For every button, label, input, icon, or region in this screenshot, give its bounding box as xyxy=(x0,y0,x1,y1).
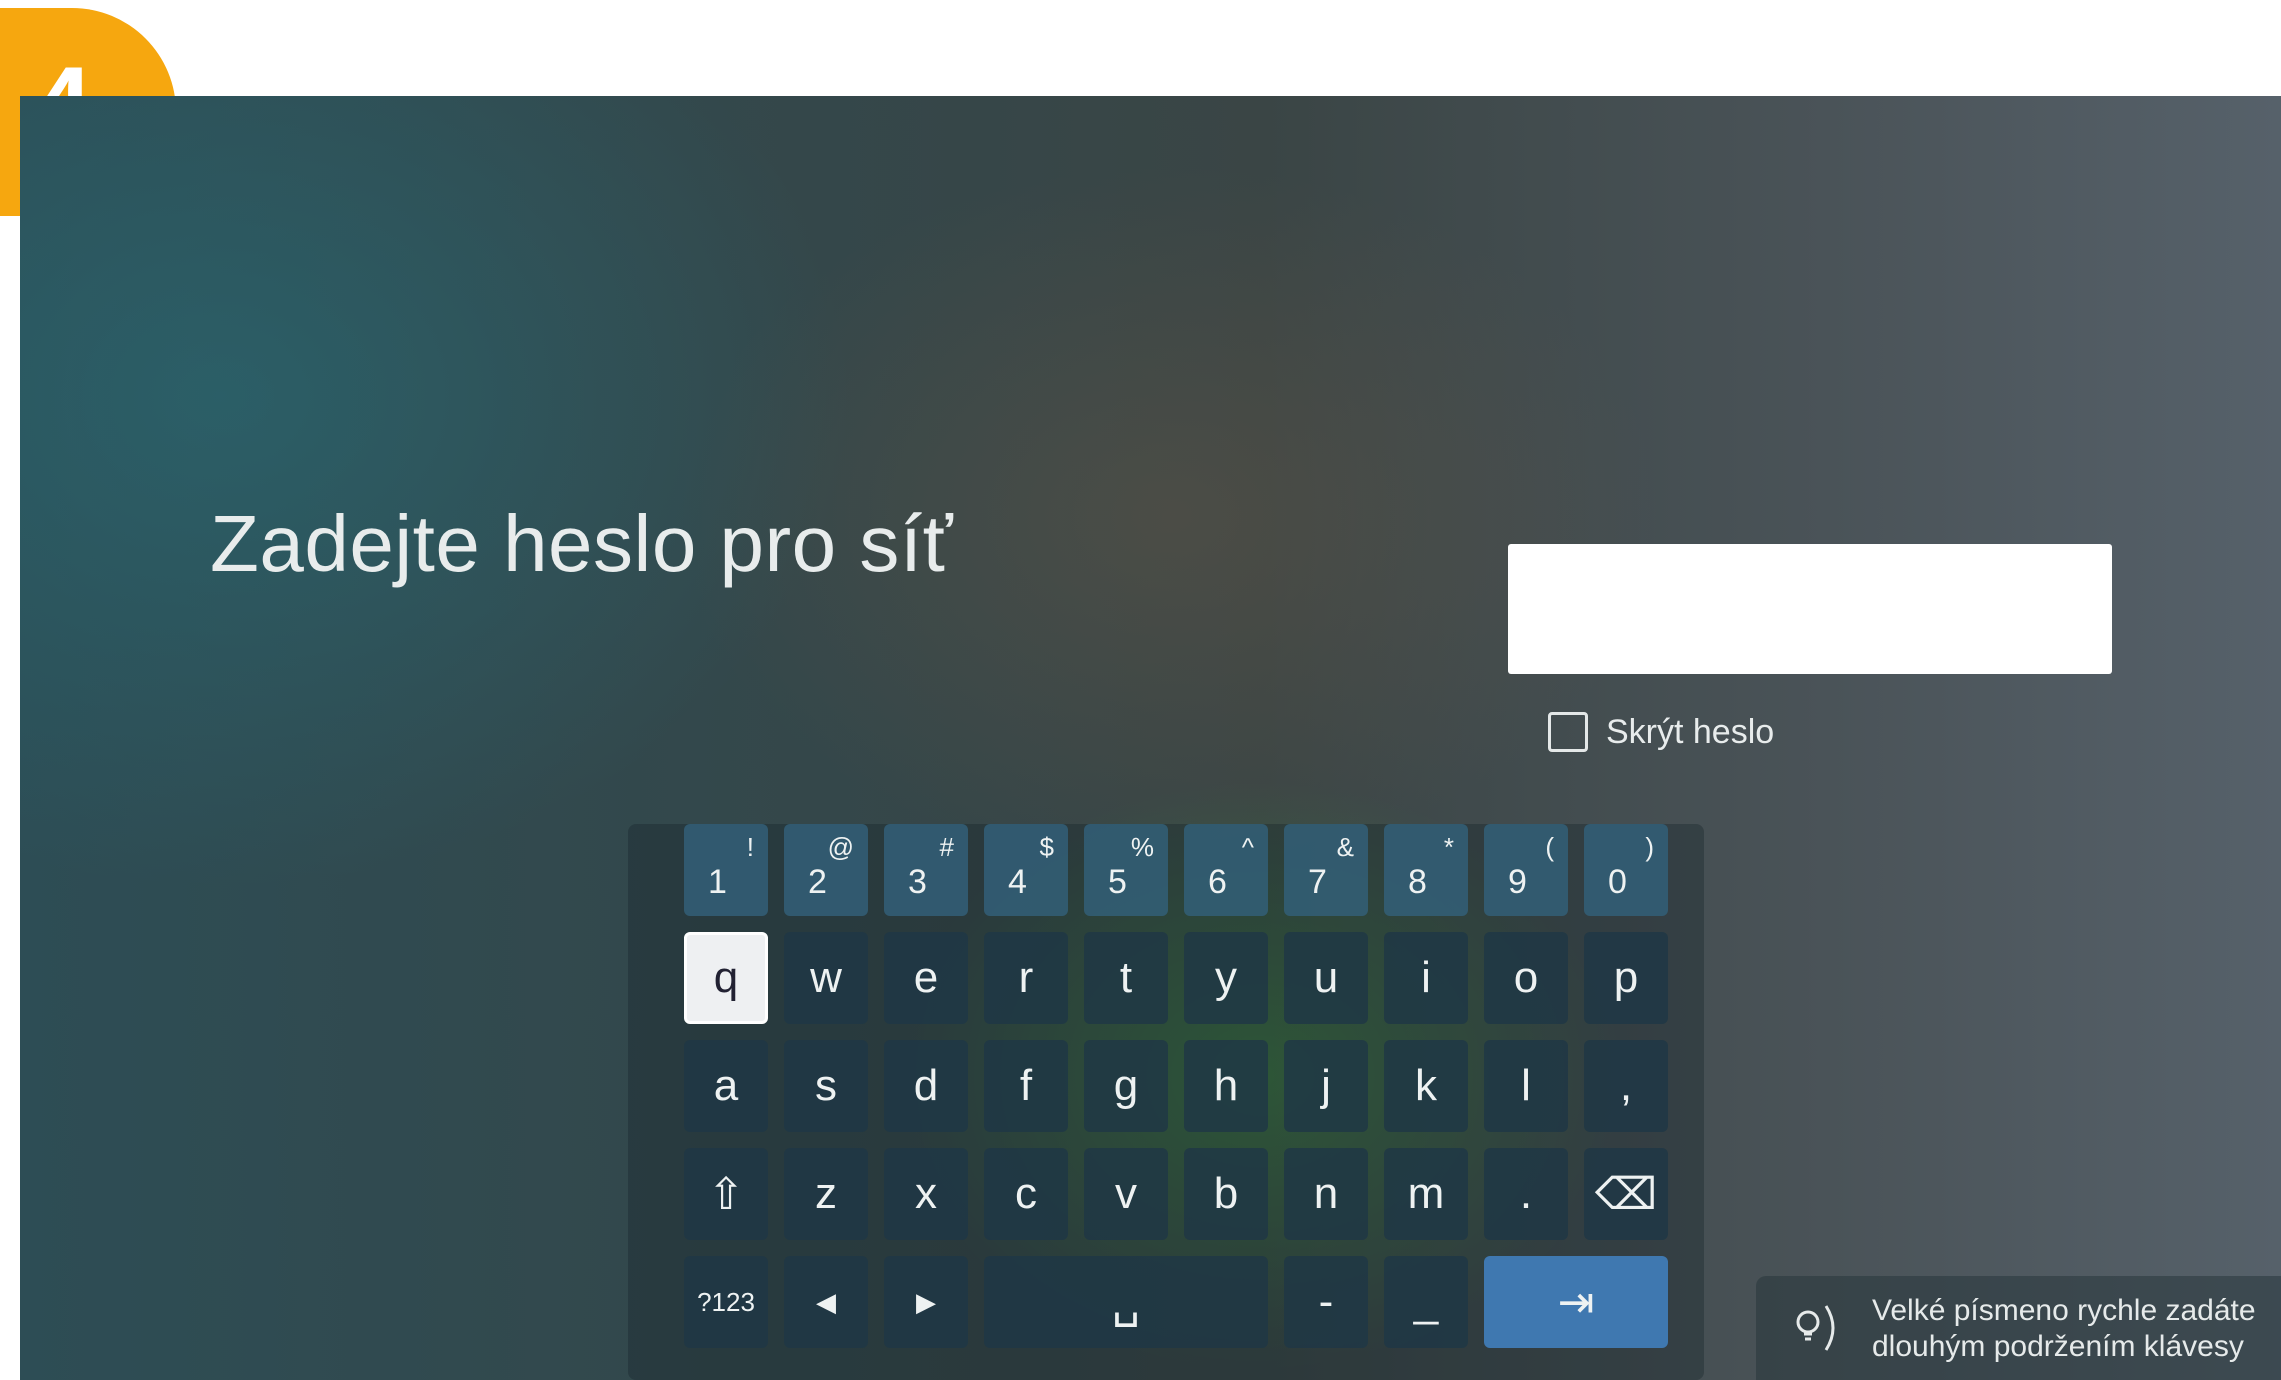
key-g[interactable]: g xyxy=(1084,1040,1168,1132)
symbols-mode-key[interactable]: ?123 xyxy=(684,1256,768,1348)
key-i[interactable]: i xyxy=(1384,932,1468,1024)
key-h[interactable]: h xyxy=(1184,1040,1268,1132)
key-9[interactable]: 9( xyxy=(1484,824,1568,916)
key-7[interactable]: 7 & xyxy=(1284,824,1368,916)
key-d[interactable]: d xyxy=(884,1040,968,1132)
key-comma[interactable]: , xyxy=(1584,1040,1668,1132)
key-j[interactable]: j xyxy=(1284,1040,1368,1132)
key-3[interactable]: 3 # xyxy=(884,824,968,916)
on-screen-keyboard: 1! 2 @ 3 # 4 $ 5% 6 ^ 7 & 8 * 9( 0) q w e r t … xyxy=(628,824,1704,1380)
key-main: 4 xyxy=(1008,863,1027,901)
key-sup: # xyxy=(939,832,954,862)
key-5[interactable]: 5% xyxy=(1084,824,1168,916)
key-n[interactable]: n xyxy=(1284,1148,1368,1240)
key-0[interactable]: 0) xyxy=(1584,824,1668,916)
key-period[interactable]: . xyxy=(1484,1148,1568,1240)
tip-text-line2: dlouhým podržením klávesy xyxy=(1872,1330,2244,1363)
checkbox-box[interactable] xyxy=(1548,712,1588,752)
key-main: 0 xyxy=(1608,863,1627,901)
shift-key-icon[interactable]: ⇧ xyxy=(684,1148,768,1240)
hide-password-label: Skrýt heslo xyxy=(1606,712,1775,751)
backspace-key-icon[interactable]: ⌫ xyxy=(1584,1148,1668,1240)
key-b[interactable]: b xyxy=(1184,1148,1268,1240)
key-x[interactable]: x xyxy=(884,1148,968,1240)
key-sup: ^ xyxy=(1241,832,1254,862)
key-e[interactable]: e xyxy=(884,932,968,1024)
cursor-right-icon[interactable]: ▶ xyxy=(884,1256,968,1348)
key-8[interactable]: 8 * xyxy=(1384,824,1468,916)
key-2[interactable]: 2 @ xyxy=(784,824,868,916)
key-q[interactable]: q xyxy=(684,932,768,1024)
key-c[interactable]: c xyxy=(984,1148,1068,1240)
tv-screen: Zadejte heslo pro síť Skrýt heslo 1! 2 @ … xyxy=(20,96,2281,1380)
key-u[interactable]: u xyxy=(1284,932,1368,1024)
password-input[interactable] xyxy=(1508,544,2112,674)
key-p[interactable]: p xyxy=(1584,932,1668,1024)
key-main: 8 xyxy=(1408,863,1427,901)
key-main: 3 xyxy=(908,863,927,901)
key-f[interactable]: f xyxy=(984,1040,1068,1132)
key-main: 9 xyxy=(1508,863,1527,901)
key-sup: * xyxy=(1443,832,1454,862)
key-sup: % xyxy=(1130,832,1154,862)
key-o[interactable]: o xyxy=(1484,932,1568,1024)
key-sup: ! xyxy=(746,832,754,862)
key-v[interactable]: v xyxy=(1084,1148,1168,1240)
key-4[interactable]: 4 $ xyxy=(984,824,1068,916)
tab-next-key-icon[interactable]: ⇥ xyxy=(1484,1256,1668,1348)
key-z[interactable]: z xyxy=(784,1148,868,1240)
key-s[interactable]: s xyxy=(784,1040,868,1132)
key-dash[interactable]: - xyxy=(1284,1256,1368,1348)
lightbulb-icon xyxy=(1796,1305,1835,1351)
key-sup: ) xyxy=(1645,832,1654,862)
key-underscore[interactable]: _ xyxy=(1384,1256,1468,1348)
hide-password-checkbox[interactable]: Skrýt heslo xyxy=(1548,708,1774,756)
key-m[interactable]: m xyxy=(1384,1148,1468,1240)
key-sup: @ xyxy=(827,832,854,862)
page-title: Zadejte heslo pro síť xyxy=(210,499,954,588)
space-key[interactable]: ␣ xyxy=(984,1256,1268,1348)
key-sup: & xyxy=(1336,832,1354,862)
key-k[interactable]: k xyxy=(1384,1040,1468,1132)
key-l[interactable]: l xyxy=(1484,1040,1568,1132)
key-r[interactable]: r xyxy=(984,932,1068,1024)
tip-text-line1: Velké písmeno rychle zadáte xyxy=(1872,1294,2256,1327)
key-sup: $ xyxy=(1039,832,1054,862)
key-6[interactable]: 6 ^ xyxy=(1184,824,1268,916)
key-a[interactable]: a xyxy=(684,1040,768,1132)
key-main: 7 xyxy=(1308,863,1327,901)
key-main: 6 xyxy=(1208,863,1227,901)
tip-panel: Velké písmeno rychle zadáte dlouhým podr… xyxy=(1756,1276,2281,1380)
key-sup: ( xyxy=(1545,832,1554,862)
key-w[interactable]: w xyxy=(784,932,868,1024)
key-1[interactable]: 1! xyxy=(684,824,768,916)
key-main: 5 xyxy=(1108,863,1127,901)
key-main: 2 xyxy=(808,863,827,901)
key-main: 1 xyxy=(708,863,727,901)
cursor-left-icon[interactable]: ◀ xyxy=(784,1256,868,1348)
key-t[interactable]: t xyxy=(1084,932,1168,1024)
key-y[interactable]: y xyxy=(1184,932,1268,1024)
